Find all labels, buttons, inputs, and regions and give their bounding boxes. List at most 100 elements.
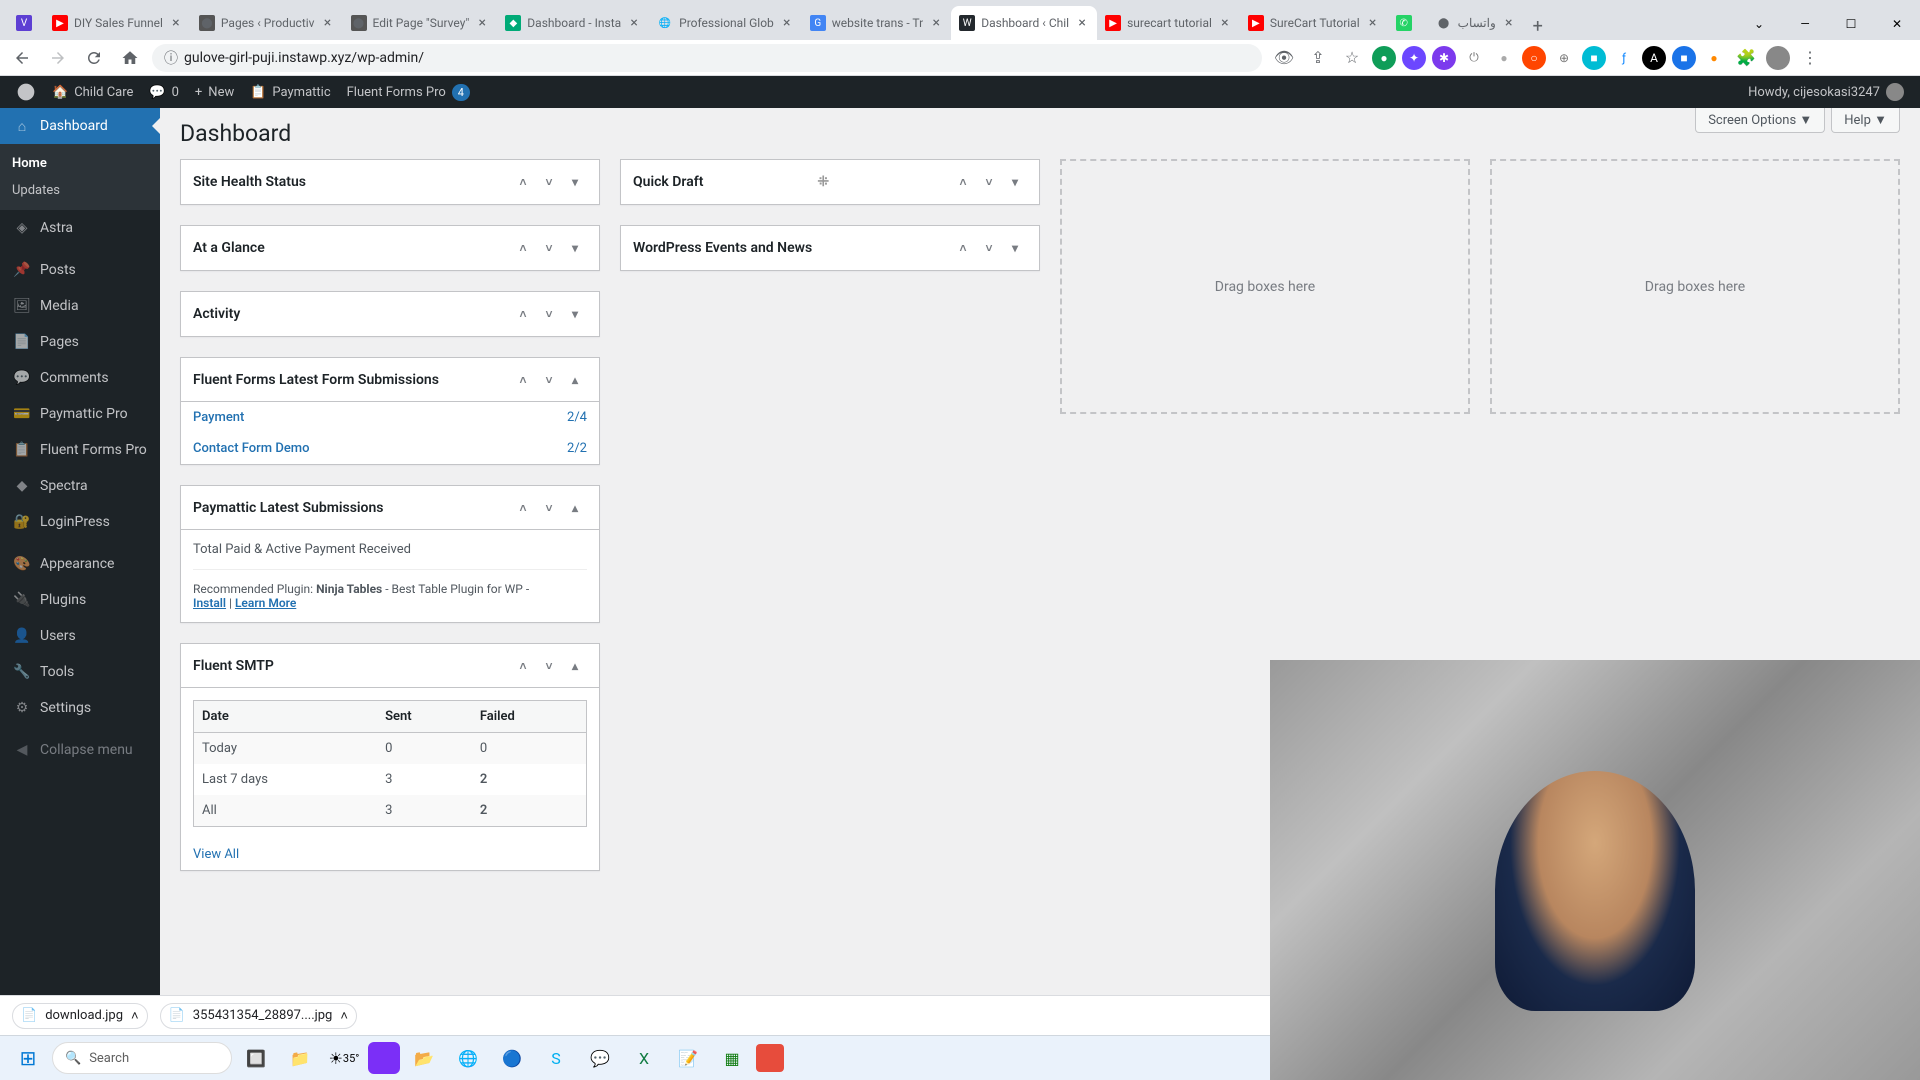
learn-more-link[interactable]: Learn More [235, 596, 296, 610]
toggle-icon[interactable]: ▾ [1003, 170, 1027, 194]
sidebar-item-dashboard[interactable]: ⌂Dashboard [0, 108, 160, 144]
help-button[interactable]: Help ▼ [1831, 108, 1900, 133]
close-icon[interactable]: × [1075, 16, 1089, 30]
extension-icon[interactable]: ○ [1522, 46, 1546, 70]
toggle-icon[interactable]: ▾ [563, 236, 587, 260]
back-button[interactable] [8, 44, 36, 72]
close-icon[interactable]: × [1366, 16, 1380, 30]
app-icon[interactable]: 💬 [580, 1038, 620, 1078]
drag-handle-icon[interactable]: ⁜ [817, 174, 829, 190]
app-icon[interactable]: 📝 [668, 1038, 708, 1078]
view-all-link[interactable]: View All [181, 839, 599, 870]
new-content-link[interactable]: + New [187, 76, 242, 108]
minimize-icon[interactable]: — [1782, 8, 1828, 40]
screen-options-button[interactable]: Screen Options ▼ [1695, 108, 1825, 133]
chevron-up-icon[interactable]: ˄ [131, 1008, 139, 1024]
move-up-icon[interactable]: ˄ [511, 170, 535, 194]
toggle-icon[interactable]: ▴ [563, 368, 587, 392]
sidebar-item-spectra[interactable]: ◆Spectra [0, 468, 160, 504]
sidebar-item-astra[interactable]: ◈Astra [0, 210, 160, 246]
toggle-icon[interactable]: ▾ [563, 302, 587, 326]
widget-dropzone[interactable]: Drag boxes here [1060, 159, 1470, 414]
maximize-icon[interactable]: ☐ [1828, 8, 1874, 40]
browser-tab[interactable]: Gwebsite trans - Tr× [802, 6, 951, 40]
extension-icon[interactable]: ● [1372, 46, 1396, 70]
menu-icon[interactable]: ⋮ [1796, 44, 1824, 72]
close-icon[interactable]: × [1218, 16, 1232, 30]
site-name-link[interactable]: 🏠 Child Care [44, 76, 141, 108]
move-down-icon[interactable]: ˅ [977, 170, 1001, 194]
extensions-icon[interactable]: 🧩 [1732, 44, 1760, 72]
close-icon[interactable]: × [321, 16, 335, 30]
close-icon[interactable]: × [475, 16, 489, 30]
move-down-icon[interactable]: ˅ [537, 496, 561, 520]
browser-tab[interactable]: V [8, 6, 44, 40]
browser-tab[interactable]: ⬤Pages ‹ Productiv× [191, 6, 343, 40]
forward-button[interactable] [44, 44, 72, 72]
toggle-icon[interactable]: ▴ [563, 654, 587, 678]
move-down-icon[interactable]: ˅ [537, 368, 561, 392]
excel-icon[interactable]: X [624, 1038, 664, 1078]
file-explorer-icon[interactable]: 📁 [280, 1038, 320, 1078]
paymattic-link[interactable]: 📋 Paymattic [242, 76, 338, 108]
extension-icon[interactable]: ✱ [1432, 46, 1456, 70]
install-link[interactable]: Install [193, 596, 226, 610]
browser-tab[interactable]: 🌐Professional Glob× [649, 6, 802, 40]
move-up-icon[interactable]: ˄ [511, 496, 535, 520]
chevron-up-icon[interactable]: ˄ [340, 1008, 348, 1024]
extension-icon[interactable]: ƒ [1612, 46, 1636, 70]
move-down-icon[interactable]: ˅ [537, 302, 561, 326]
sidebar-item-plugins[interactable]: 🔌Plugins [0, 582, 160, 618]
extension-icon[interactable]: ✦ [1402, 46, 1426, 70]
toggle-icon[interactable]: ▾ [563, 170, 587, 194]
weather-icon[interactable]: ☀ 35° [324, 1038, 364, 1078]
move-up-icon[interactable]: ˄ [511, 302, 535, 326]
start-button[interactable]: ⊞ [8, 1038, 48, 1078]
app-icon[interactable]: ▦ [712, 1038, 752, 1078]
close-icon[interactable]: × [1502, 16, 1516, 30]
toggle-icon[interactable]: ▴ [563, 496, 587, 520]
comments-link[interactable]: 💬 0 [141, 76, 187, 108]
close-window-icon[interactable]: ✕ [1874, 8, 1920, 40]
tab-dropdown-icon[interactable]: ⌄ [1736, 8, 1782, 40]
app-icon[interactable]: 📂 [404, 1038, 444, 1078]
close-icon[interactable]: × [627, 16, 641, 30]
sidebar-item-fluent-forms[interactable]: 📋Fluent Forms Pro [0, 432, 160, 468]
extension-icon[interactable]: ● [1702, 46, 1726, 70]
task-view-icon[interactable]: 🔲 [236, 1038, 276, 1078]
sidebar-item-tools[interactable]: 🔧Tools [0, 654, 160, 690]
move-down-icon[interactable]: ˅ [537, 236, 561, 260]
extension-icon[interactable]: A [1642, 46, 1666, 70]
close-icon[interactable]: × [169, 16, 183, 30]
move-down-icon[interactable]: ˅ [537, 654, 561, 678]
browser-tab[interactable]: ⬤Edit Page "Survey"× [343, 6, 498, 40]
sidebar-item-users[interactable]: 👤Users [0, 618, 160, 654]
eye-off-icon[interactable]: 👁 [1270, 44, 1298, 72]
extension-icon[interactable]: ⊕ [1552, 46, 1576, 70]
skype-icon[interactable]: S [536, 1038, 576, 1078]
close-icon[interactable]: × [780, 16, 794, 30]
star-icon[interactable]: ☆ [1338, 44, 1366, 72]
submenu-updates[interactable]: Updates [0, 177, 160, 204]
sidebar-item-settings[interactable]: ⚙Settings [0, 690, 160, 726]
sidebar-item-media[interactable]: 🖼Media [0, 288, 160, 324]
move-up-icon[interactable]: ˄ [951, 170, 975, 194]
toggle-icon[interactable]: ▾ [1003, 236, 1027, 260]
move-down-icon[interactable]: ˅ [977, 236, 1001, 260]
move-up-icon[interactable]: ˄ [511, 368, 535, 392]
howdy-user[interactable]: Howdy, cijesokasi3247 [1740, 76, 1912, 108]
browser-tab[interactable]: ⬤واتساب× [1428, 6, 1524, 40]
browser-tab[interactable]: ▶SureCart Tutorial× [1240, 6, 1388, 40]
profile-avatar[interactable] [1766, 46, 1790, 70]
browser-tab-active[interactable]: WDashboard ‹ Chil× [951, 6, 1097, 40]
move-up-icon[interactable]: ˄ [511, 654, 535, 678]
home-button[interactable] [116, 44, 144, 72]
chrome-icon[interactable]: 🌐 [448, 1038, 488, 1078]
app-icon[interactable] [756, 1044, 784, 1072]
browser-tab[interactable]: ✆ [1388, 6, 1428, 40]
sidebar-item-loginpress[interactable]: 🔐LoginPress [0, 504, 160, 540]
move-down-icon[interactable]: ˅ [537, 170, 561, 194]
extension-icon[interactable]: ⏻ [1462, 46, 1486, 70]
sidebar-collapse[interactable]: ◀Collapse menu [0, 732, 160, 768]
submenu-home[interactable]: Home [0, 150, 160, 177]
